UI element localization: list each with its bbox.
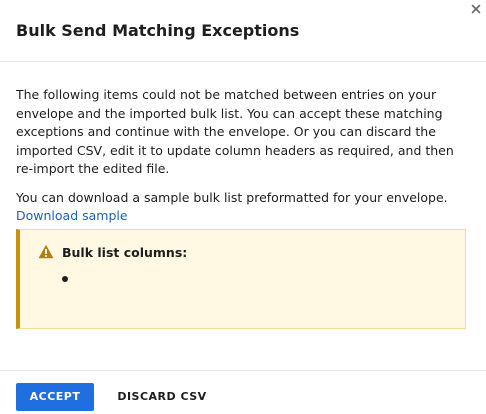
dialog-footer: ACCEPT DISCARD CSV [0,370,486,414]
dialog-body: The following items could not be matched… [16,86,472,226]
warning-icon [38,244,54,259]
discard-csv-button[interactable]: DISCARD CSV [108,383,216,411]
warning-callout: Bulk list columns: [16,229,466,329]
close-icon[interactable] [468,1,484,17]
dialog-header: Bulk Send Matching Exceptions [0,0,486,62]
sample-info-label: You can download a sample bulk list pref… [16,189,448,205]
dialog-title: Bulk Send Matching Exceptions [16,21,300,40]
callout-title: Bulk list columns: [62,245,188,260]
bulk-send-dialog: Bulk Send Matching Exceptions The follow… [0,0,486,414]
explanation-text: The following items could not be matched… [16,87,454,176]
accept-button[interactable]: ACCEPT [16,383,94,411]
download-sample-link[interactable]: Download sample [16,208,128,223]
sample-info-text: You can download a sample bulk list pref… [16,189,472,226]
column-list-bullet [62,276,68,282]
